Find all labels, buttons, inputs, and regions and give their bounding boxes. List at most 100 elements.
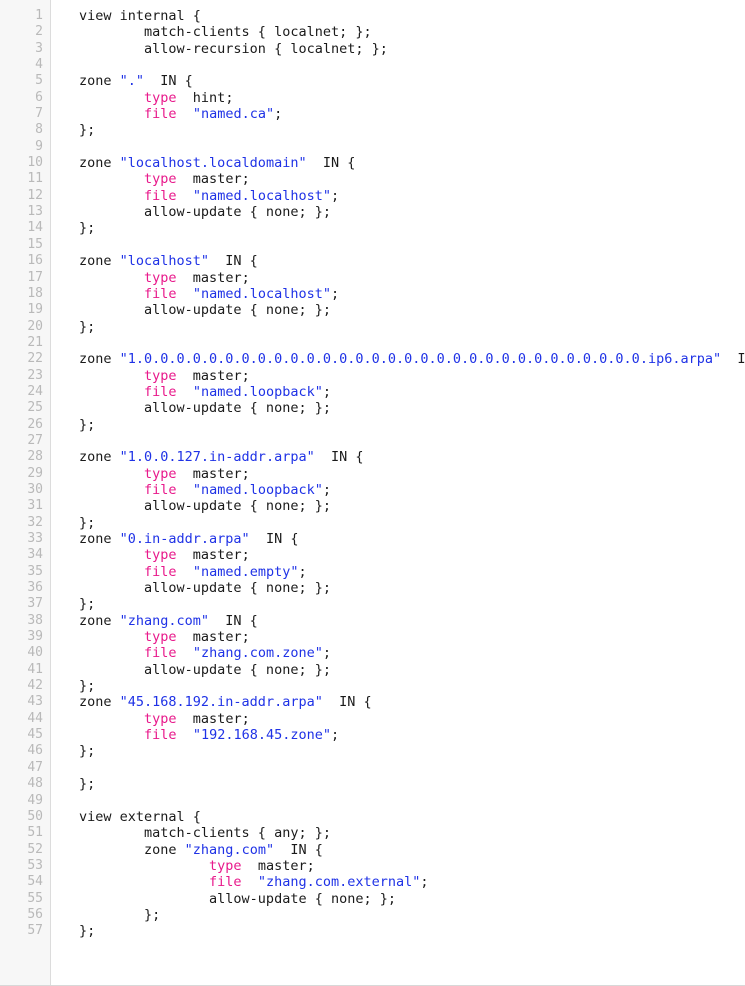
code-token-plain: IN {	[144, 73, 193, 90]
code-token-plain: IN {	[209, 253, 258, 270]
line-number: 39	[27, 629, 43, 645]
code-line[interactable]: allow-update { none; };	[79, 302, 745, 318]
code-line[interactable]: file "zhang.com.external";	[79, 874, 745, 890]
code-content-area[interactable]: view internal { match-clients { localnet…	[51, 0, 745, 985]
code-line[interactable]: file "zhang.com.zone";	[79, 645, 745, 661]
code-line[interactable]: type master;	[79, 629, 745, 645]
line-number: 55	[27, 890, 43, 906]
line-number: 20	[27, 318, 43, 334]
code-line[interactable]	[79, 237, 745, 253]
code-line[interactable]: type master;	[79, 368, 745, 384]
code-line[interactable]	[79, 793, 745, 809]
code-line[interactable]: file "named.ca";	[79, 106, 745, 122]
code-line[interactable]: zone "0.in-addr.arpa" IN {	[79, 531, 745, 547]
code-line[interactable]: };	[79, 776, 745, 792]
code-token-plain: master;	[176, 710, 250, 727]
code-line[interactable]: };	[79, 596, 745, 612]
code-line[interactable]: };	[79, 743, 745, 759]
code-token-keyword: type	[144, 465, 177, 482]
code-line[interactable]: zone "1.0.0.0.0.0.0.0.0.0.0.0.0.0.0.0.0.…	[79, 351, 745, 367]
code-line[interactable]: file "named.localhost";	[79, 286, 745, 302]
line-number: 36	[27, 580, 43, 596]
code-line[interactable]: type master;	[79, 711, 745, 727]
line-number: 26	[27, 416, 43, 432]
code-line[interactable]: type master;	[79, 466, 745, 482]
code-token-plain: ;	[322, 383, 331, 400]
code-line[interactable]: match-clients { localnet; };	[79, 24, 745, 40]
code-line[interactable]: file "named.loopback";	[79, 482, 745, 498]
code-line[interactable]: };	[79, 319, 745, 335]
code-line[interactable]: match-clients { any; };	[79, 825, 745, 841]
code-line[interactable]: view internal {	[79, 8, 745, 24]
code-line[interactable]: zone "zhang.com" IN {	[79, 613, 745, 629]
code-line[interactable]	[79, 433, 745, 449]
code-line[interactable]: file "192.168.45.zone";	[79, 727, 745, 743]
code-line[interactable]: zone "45.168.192.in-addr.arpa" IN {	[79, 694, 745, 710]
code-token-plain: master;	[176, 465, 250, 482]
code-token-plain: master;	[176, 171, 250, 188]
line-number: 17	[27, 269, 43, 285]
code-token-plain: allow-update { none; };	[79, 661, 331, 678]
code-line[interactable]: };	[79, 923, 745, 939]
code-token-plain: master;	[176, 547, 250, 564]
code-token-keyword: file	[144, 563, 177, 580]
code-token-string: "named.loopback"	[192, 383, 323, 400]
line-number: 53	[27, 857, 43, 873]
code-line[interactable]: type hint;	[79, 90, 745, 106]
code-line[interactable]: zone "1.0.0.127.in-addr.arpa" IN {	[79, 449, 745, 465]
code-line[interactable]: allow-update { none; };	[79, 580, 745, 596]
code-token-plain: IN {	[274, 841, 323, 858]
code-line[interactable]: zone "." IN {	[79, 73, 745, 89]
code-line[interactable]: zone "localhost.localdomain" IN {	[79, 155, 745, 171]
code-token-keyword: file	[144, 481, 177, 498]
code-line[interactable]: zone "zhang.com" IN {	[79, 842, 745, 858]
line-number: 18	[27, 285, 43, 301]
code-line[interactable]: allow-update { none; };	[79, 204, 745, 220]
line-number: 52	[27, 841, 43, 857]
code-line[interactable]: type master;	[79, 858, 745, 874]
code-line[interactable]: zone "localhost" IN {	[79, 253, 745, 269]
code-line[interactable]: allow-update { none; };	[79, 891, 745, 907]
code-line[interactable]	[79, 335, 745, 351]
code-line[interactable]: allow-update { none; };	[79, 498, 745, 514]
code-line[interactable]: file "named.loopback";	[79, 384, 745, 400]
code-line[interactable]: };	[79, 122, 745, 138]
code-line[interactable]: };	[79, 220, 745, 236]
code-token-plain: };	[79, 923, 96, 940]
code-line[interactable]: file "named.localhost";	[79, 188, 745, 204]
code-line[interactable]: type master;	[79, 270, 745, 286]
code-line[interactable]	[79, 760, 745, 776]
line-number: 48	[27, 776, 43, 792]
code-viewer[interactable]: 1 2 3 4 5 6 7 8 9 10 11 12 13 14 15 16 17 18 19 20 21 22 23 24 2…	[0, 0, 745, 986]
code-token-plain: zone	[79, 531, 120, 547]
line-number: 3	[35, 40, 43, 56]
code-token-plain: ;	[330, 285, 340, 302]
code-line[interactable]	[79, 139, 745, 155]
code-line[interactable]: allow-update { none; };	[79, 400, 745, 416]
line-number: 44	[27, 710, 43, 726]
code-line[interactable]: type master;	[79, 171, 745, 187]
line-number: 4	[35, 57, 43, 73]
line-number: 56	[27, 906, 43, 922]
code-line[interactable]: view external {	[79, 809, 745, 825]
code-line[interactable]: allow-recursion { localnet; };	[79, 41, 745, 57]
code-token-plain: IN {	[737, 351, 745, 368]
code-line[interactable]: file "named.empty";	[79, 564, 745, 580]
code-line[interactable]: };	[79, 678, 745, 694]
code-line[interactable]: allow-update { none; };	[79, 662, 745, 678]
code-token-plain: zone	[79, 73, 120, 90]
code-line[interactable]: };	[79, 515, 745, 531]
line-number: 2	[35, 24, 43, 40]
code-line[interactable]: type master;	[79, 547, 745, 563]
code-line[interactable]	[79, 57, 745, 73]
code-token-keyword: type	[144, 89, 177, 106]
code-line[interactable]: };	[79, 907, 745, 923]
code-line[interactable]: };	[79, 417, 745, 433]
